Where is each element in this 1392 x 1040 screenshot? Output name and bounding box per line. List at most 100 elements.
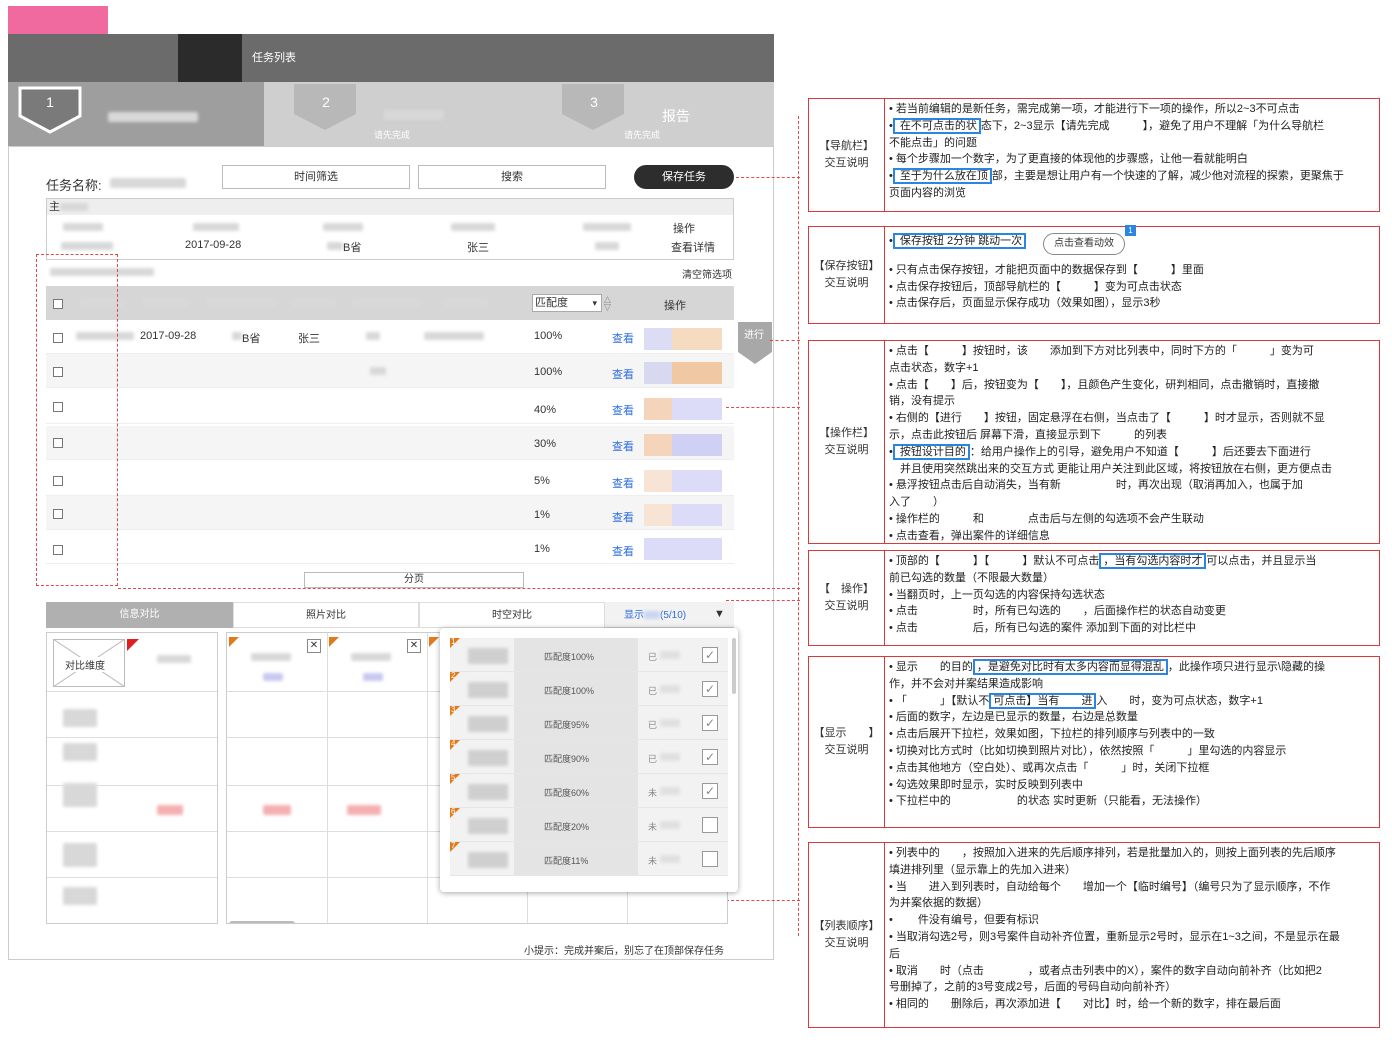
close-icon[interactable]: ✕ <box>407 639 421 653</box>
save-task-button[interactable]: 保存任务 <box>634 165 734 189</box>
note-line: • 在不可点击的状 态下，2~3显示【请先完成 】，避免了用户不理解「为什么导航栏 <box>889 117 1325 134</box>
table-row: 40% 查看 <box>46 390 734 424</box>
row-match: 5% <box>534 475 550 487</box>
row-number: 2 <box>451 671 456 680</box>
note-label: 【显示 】交互说明 <box>809 657 885 827</box>
note-label-line: 交互说明 <box>824 157 869 169</box>
row-action-buttons[interactable] <box>644 398 722 420</box>
match-header-text: 匹配度 <box>535 297 568 309</box>
note-line: • 显示 的目的 ，是避免对比时有太多内容而显得混乱 ，此操作项只进行显示\隐藏的操 <box>889 659 1325 675</box>
time-filter-button[interactable]: 时间筛选 <box>222 165 410 189</box>
note-line: • 当取消勾选2号，则3号案件自动补齐位置，重新显示2号时，显示在1~3之间，不… <box>889 930 1340 943</box>
match-sort-select[interactable]: 匹配度 ▾ <box>532 294 602 312</box>
connector <box>36 254 118 586</box>
row-show-checkbox[interactable]: ✓ <box>702 715 718 731</box>
note-label-line: 交互说明 <box>824 444 869 456</box>
note-label-line: 交互说明 <box>824 600 869 612</box>
row-view-link[interactable]: 查看 <box>612 330 634 346</box>
step-title: 报告 <box>662 108 690 124</box>
tab-spacetime-compare[interactable]: 时空对比 <box>419 602 605 628</box>
dropdown-arrow-icon[interactable]: ▼ <box>714 608 725 620</box>
note-body: • 点击【 】按钮时，该 添加到下方对比列表中，同时下方的「 」变为可 点击状态，… <box>885 341 1379 547</box>
row-action-buttons[interactable] <box>644 362 722 384</box>
sort-icon[interactable]: △ ▽ <box>604 295 611 312</box>
note-line: • 点击后展开下拉栏，效果如图，下拉栏的排列顺序与列表中的一致 <box>889 728 1215 741</box>
step-3[interactable]: 3 报告 请先完成 <box>562 84 690 140</box>
row-number: 5 <box>451 773 456 782</box>
horizontal-scrollbar[interactable] <box>229 921 295 923</box>
dimension-label: 对比维度 <box>65 657 105 672</box>
dropdown-row[interactable]: 1 匹配度100% 已 ✓ <box>450 637 728 672</box>
note-line: • 点击保存后，页面显示保存成功（效果如图），显示3秒 <box>889 297 1161 310</box>
annotation-note: 【列表顺序】 交互说明 • 列表中的 ，按照加入进来的先后顺序排列，若是批量加入的，… <box>808 842 1380 1028</box>
note-line: • 点击其他地方（空白处）、或再次点击「 」时，关闭下拉框 <box>889 761 1210 774</box>
search-button[interactable]: 搜索 <box>418 165 606 189</box>
row-view-link[interactable]: 查看 <box>612 366 634 382</box>
row-show-checkbox[interactable] <box>702 817 718 833</box>
compare-dimension-column: 对比维度 <box>46 632 218 924</box>
step-2[interactable]: 2 请先完成 <box>294 84 444 140</box>
compare-tabs: 信息对比 照片对比 时空对比 显示 (5/10) ▼ <box>46 602 734 628</box>
dropdown-row[interactable]: 2 匹配度100% 已 ✓ <box>450 671 728 706</box>
connector <box>770 340 800 341</box>
row-action-buttons[interactable] <box>644 328 722 350</box>
note-line: • 点击查看，弹出案件的详细信息 <box>889 529 1050 542</box>
row-view-link[interactable]: 查看 <box>612 475 634 491</box>
row-action-buttons[interactable] <box>644 504 722 526</box>
info-province: B省 <box>343 242 362 254</box>
show-count: (5/10) <box>660 610 687 621</box>
view-animation-button[interactable]: 点击查看动效 <box>1043 233 1125 255</box>
row-show-checkbox[interactable] <box>702 851 718 867</box>
row-view-link[interactable]: 查看 <box>612 509 634 525</box>
row-show-checkbox[interactable]: ✓ <box>702 749 718 765</box>
note-line: 前已勾选的数量（不限最大数量） <box>889 571 1054 584</box>
row-match: 30% <box>534 438 557 450</box>
connector <box>736 177 800 178</box>
note-label-line: 交互说明 <box>824 277 869 289</box>
info-person: 张三 <box>467 242 489 254</box>
dropdown-row[interactable]: 7 匹配度11% 未 <box>450 841 728 876</box>
tab-info-compare[interactable]: 信息对比 <box>46 602 233 628</box>
connector <box>726 407 800 408</box>
close-icon[interactable]: ✕ <box>307 639 321 653</box>
show-toggle[interactable]: 显示 (5/10) <box>624 606 686 621</box>
table-row: 1% 查看 <box>46 530 734 564</box>
tab-photo-compare[interactable]: 照片对比 <box>233 602 419 628</box>
note-line: • 下拉栏中的 的状态 实时更新（只能看，无法操作） <box>889 795 1207 808</box>
row-show-checkbox[interactable]: ✓ <box>702 647 718 663</box>
row-view-link[interactable]: 查看 <box>612 438 634 454</box>
row-view-link[interactable]: 查看 <box>612 543 634 559</box>
row-view-link[interactable]: 查看 <box>612 402 634 418</box>
case-thumb <box>468 750 508 766</box>
row-show-checkbox[interactable]: ✓ <box>702 783 718 799</box>
case-thumb <box>468 682 508 698</box>
row-state: 未 <box>648 788 658 798</box>
clear-filter-link[interactable]: 清空筛选项 <box>682 266 732 281</box>
float-proceed-button[interactable]: 进行 <box>738 322 772 364</box>
info-box-title: 主 <box>47 199 733 215</box>
note-line: • 切换对比方式时（比如切换到照片对比），依然按照「 」里勾选的内容显示 <box>889 744 1287 757</box>
note-body: • 保存按钮 2分钟 跳动一次 • 只有点击保存按钮，才能把页面中的数据保存到【 … <box>885 227 1379 314</box>
row-action-buttons[interactable] <box>644 538 722 560</box>
note-line: 点击状态，数字+1 <box>889 361 979 374</box>
step-1[interactable]: 1 <box>8 82 264 146</box>
table-header-op: 操作 <box>664 300 686 312</box>
row-match: 匹配度100% <box>544 686 595 696</box>
view-detail-link[interactable]: 查看详情 <box>671 239 715 255</box>
row-match: 40% <box>534 404 557 416</box>
pagination[interactable]: 分页 <box>304 572 524 588</box>
dropdown-row[interactable]: 5 匹配度60% 未 ✓ <box>450 773 728 808</box>
row-show-checkbox[interactable]: ✓ <box>702 681 718 697</box>
nav-task-list[interactable]: 任务列表 <box>252 34 296 82</box>
dropdown-row[interactable]: 3 匹配度95% 已 ✓ <box>450 705 728 740</box>
dropdown-scrollbar[interactable] <box>732 638 736 694</box>
step-sub: 请先完成 <box>374 130 411 140</box>
row-action-buttons[interactable] <box>644 434 722 456</box>
row-match: 100% <box>534 366 563 378</box>
note-line: • 当翻页时，上一页勾选的内容保持勾选状态 <box>889 588 1105 601</box>
row-action-buttons[interactable] <box>644 470 722 492</box>
note-line: • 至于为什么放在顶 部，主要是想让用户有一个快速的了解，减少他对流程的探索，更聚… <box>889 168 1344 185</box>
row-state: 未 <box>648 822 658 832</box>
dropdown-row[interactable]: 4 匹配度90% 已 ✓ <box>450 739 728 774</box>
dropdown-row[interactable]: 6 匹配度20% 未 <box>450 807 728 842</box>
